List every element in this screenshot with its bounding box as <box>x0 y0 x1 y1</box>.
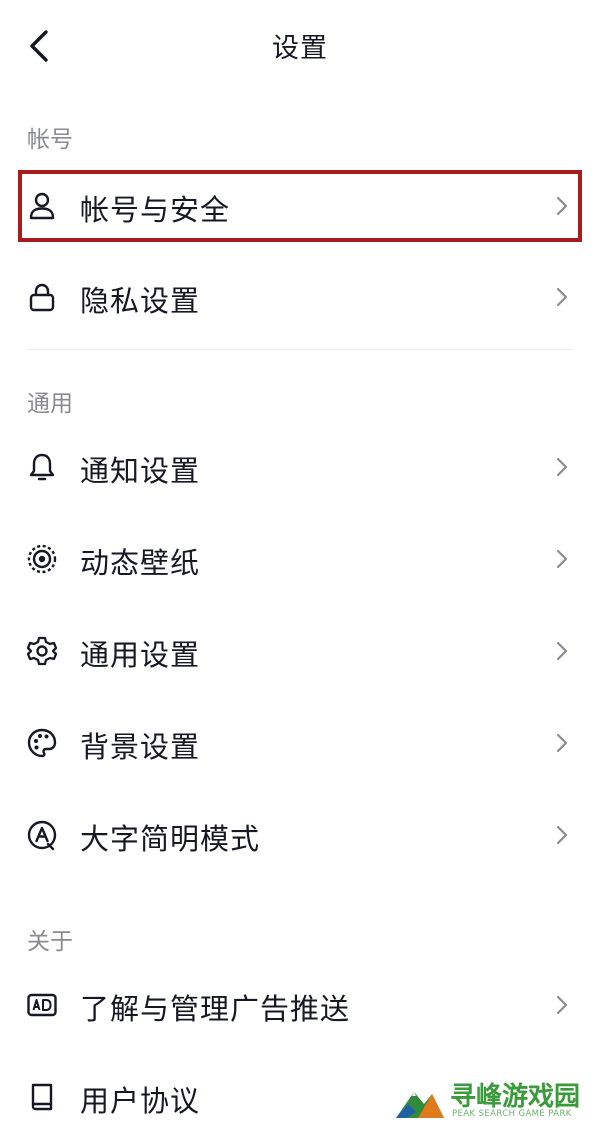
ad-icon <box>27 993 57 1017</box>
section-title-account: 帐号 <box>27 127 73 153</box>
settings-item-label: 动态壁纸 <box>80 546 201 580</box>
chevron-right-icon <box>556 641 568 661</box>
settings-item-label: 大字简明模式 <box>80 822 261 856</box>
live-wallpaper-icon <box>27 544 57 574</box>
palette-icon <box>27 728 57 758</box>
settings-item-label: 帐号与安全 <box>80 193 231 227</box>
settings-item-ad-management[interactable]: 了解与管理广告推送 <box>22 973 578 1037</box>
settings-item-background[interactable]: 背景设置 <box>22 711 578 775</box>
settings-item-label: 隐私设置 <box>80 284 201 318</box>
settings-item-label: 通知设置 <box>80 454 201 488</box>
settings-item-label: 背景设置 <box>80 730 201 764</box>
section-title-general: 通用 <box>27 391 73 417</box>
chevron-right-icon <box>556 825 568 845</box>
chevron-right-icon <box>556 995 568 1015</box>
chevron-right-icon <box>556 196 568 216</box>
settings-item-label: 通用设置 <box>80 638 201 672</box>
chevron-right-icon <box>556 457 568 477</box>
settings-item-large-text-mode[interactable]: 大字简明模式 <box>22 803 578 867</box>
watermark-tagline: PEAK SEARCH GAME PARK <box>452 1109 572 1119</box>
settings-item-label: 了解与管理广告推送 <box>80 992 351 1026</box>
gear-icon <box>26 636 58 666</box>
settings-item-notifications[interactable]: 通知设置 <box>22 435 578 499</box>
large-text-icon <box>27 820 57 851</box>
book-icon <box>31 1083 53 1111</box>
bell-icon <box>29 453 55 481</box>
mountain-logo-icon <box>396 1092 444 1118</box>
settings-item-general[interactable]: 通用设置 <box>22 619 578 683</box>
section-title-about: 关于 <box>27 929 73 955</box>
settings-item-account-security[interactable]: 帐号与安全 <box>18 170 582 242</box>
chevron-right-icon <box>556 549 568 569</box>
settings-item-privacy[interactable]: 隐私设置 <box>22 265 578 329</box>
watermark-text: 寻峰游戏园 <box>450 1082 581 1112</box>
settings-item-label: 用户协议 <box>80 1084 201 1118</box>
settings-item-live-wallpaper[interactable]: 动态壁纸 <box>22 527 578 591</box>
top-bar: 设置 <box>0 0 600 92</box>
chevron-right-icon <box>556 733 568 753</box>
section-divider <box>27 349 573 350</box>
chevron-right-icon <box>556 287 568 307</box>
page-title: 设置 <box>272 33 328 64</box>
lock-icon <box>29 283 55 312</box>
watermark: 寻峰游戏园 PEAK SEARCH GAME PARK <box>394 1076 594 1126</box>
person-icon <box>29 192 55 220</box>
